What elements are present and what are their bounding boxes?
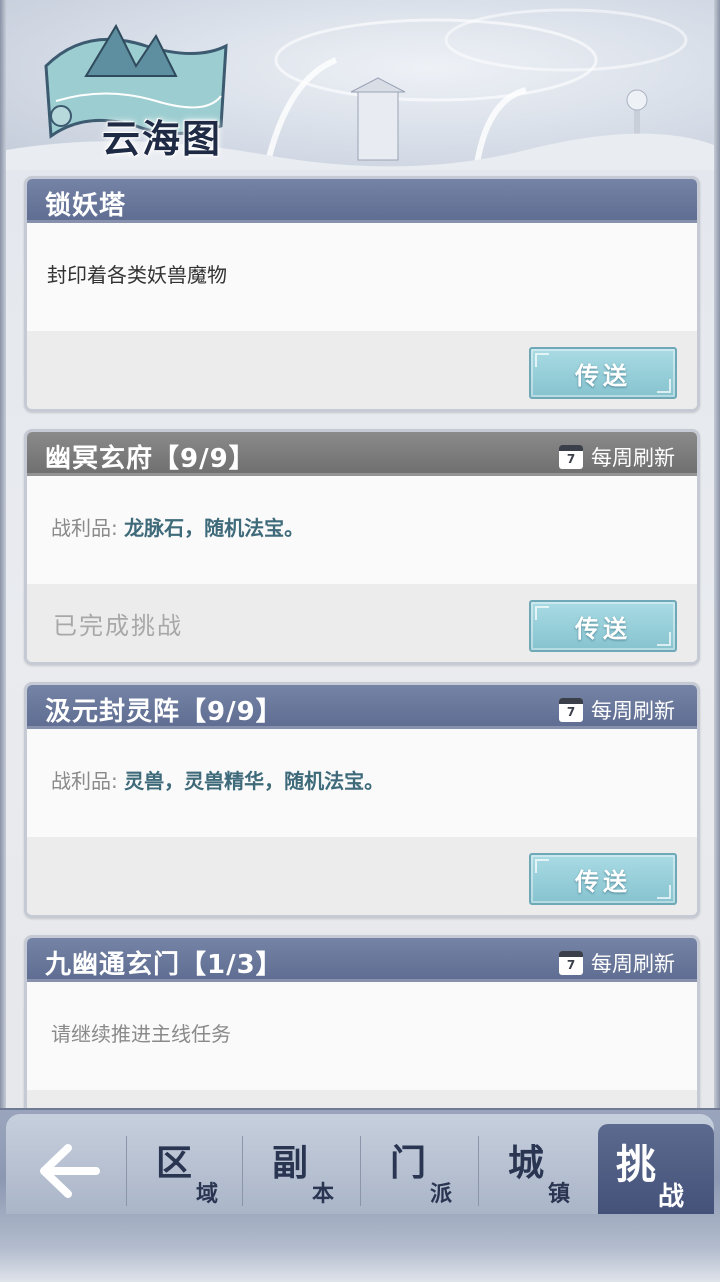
card-body: 封印着各类妖兽魔物 (27, 223, 697, 331)
card-title: 汲元封灵阵【9/9】 (45, 697, 283, 727)
refresh-label: 每周刷新 (591, 446, 675, 470)
tab-sub-char: 域 (196, 1181, 219, 1207)
card-header: 锁妖塔 (27, 179, 697, 223)
tab-divider (478, 1136, 479, 1206)
dungeon-card: 幽冥玄府【9/9】 7 每周刷新 战利品: 龙脉石，随机法宝。 已完成挑战 传送 (24, 429, 700, 665)
loot-value: 龙脉石，随机法宝。 (124, 516, 305, 540)
tab-sect[interactable]: 门 派 (360, 1124, 476, 1214)
calendar-icon: 7 (559, 951, 583, 975)
refresh-label: 每周刷新 (591, 699, 675, 723)
loot-label: 战利品: (51, 516, 118, 540)
nav-bar: 区 域 副 本 门 派 城 镇 挑 战 (6, 1114, 714, 1214)
tab-dungeon[interactable]: 副 本 (242, 1124, 358, 1214)
card-footer: 已完成挑战 传送 (27, 584, 697, 662)
refresh-label: 每周刷新 (591, 952, 675, 976)
loot-value: 灵兽，灵兽精华，随机法宝。 (124, 769, 385, 793)
card-title: 幽冥玄府【9/9】 (45, 444, 256, 474)
tab-main-char: 挑 (616, 1141, 656, 1188)
tab-main-char: 城 (508, 1142, 545, 1184)
card-title: 锁妖塔 (45, 191, 127, 221)
right-frame (714, 0, 720, 1280)
back-arrow-icon (40, 1144, 100, 1198)
teleport-button-label: 传送 (575, 614, 631, 643)
card-footer: 传送 (27, 837, 697, 915)
teleport-button-label: 传送 (575, 361, 631, 390)
tab-challenge[interactable]: 挑 战 (598, 1124, 714, 1214)
teleport-button[interactable]: 传送 (529, 347, 677, 399)
bottom-nav: 区 域 副 本 门 派 城 镇 挑 战 (0, 1108, 720, 1282)
card-header: 九幽通玄门【1/3】 7 每周刷新 (27, 938, 697, 982)
calendar-icon: 7 (559, 698, 583, 722)
back-button[interactable] (26, 1136, 116, 1206)
loot-line: 战利品: 灵兽，灵兽精华，随机法宝。 (51, 765, 384, 794)
tab-sub-char: 派 (430, 1181, 453, 1207)
header-banner: 云海图 (6, 0, 714, 170)
tab-divider (242, 1136, 243, 1206)
tab-town[interactable]: 城 镇 (478, 1124, 594, 1214)
tab-main-char: 门 (390, 1142, 427, 1184)
loot-line: 战利品: 龙脉石，随机法宝。 (51, 512, 304, 541)
tab-divider (360, 1136, 361, 1206)
page-title: 云海图 (102, 116, 223, 161)
teleport-button-label: 传送 (575, 867, 631, 896)
dungeon-card: 锁妖塔 封印着各类妖兽魔物 传送 (24, 176, 700, 412)
card-footer: 传送 (27, 331, 697, 409)
card-description: 请继续推进主线任务 (51, 1022, 231, 1046)
card-title: 九幽通玄门【1/3】 (45, 950, 283, 980)
card-description: 封印着各类妖兽魔物 (47, 263, 227, 287)
weekly-refresh: 7 每周刷新 (559, 948, 675, 978)
card-body: 请继续推进主线任务 (27, 982, 697, 1090)
completion-status: 已完成挑战 (53, 612, 183, 640)
left-frame (0, 0, 6, 1280)
calendar-icon: 7 (559, 445, 583, 469)
loot-label: 战利品: (51, 769, 118, 793)
weekly-refresh: 7 每周刷新 (559, 442, 675, 472)
weekly-refresh: 7 每周刷新 (559, 695, 675, 725)
card-body: 战利品: 灵兽，灵兽精华，随机法宝。 (27, 729, 697, 837)
tab-main-char: 区 (156, 1142, 193, 1184)
dungeon-card: 汲元封灵阵【9/9】 7 每周刷新 战利品: 灵兽，灵兽精华，随机法宝。 传送 (24, 682, 700, 918)
card-header: 幽冥玄府【9/9】 7 每周刷新 (27, 432, 697, 476)
teleport-button[interactable]: 传送 (529, 600, 677, 652)
tab-main-char: 副 (272, 1142, 309, 1184)
tab-region[interactable]: 区 域 (126, 1124, 242, 1214)
tab-sub-char: 镇 (548, 1181, 571, 1207)
tab-sub-char: 本 (312, 1181, 335, 1207)
tab-sub-char: 战 (658, 1182, 685, 1212)
card-body: 战利品: 龙脉石，随机法宝。 (27, 476, 697, 584)
card-header: 汲元封灵阵【9/9】 7 每周刷新 (27, 685, 697, 729)
tab-divider (126, 1136, 127, 1206)
teleport-button[interactable]: 传送 (529, 853, 677, 905)
page: 云海图 锁妖塔 封印着各类妖兽魔物 传送 幽冥玄府【9/9】 7 每周刷新 战利… (0, 0, 720, 1282)
